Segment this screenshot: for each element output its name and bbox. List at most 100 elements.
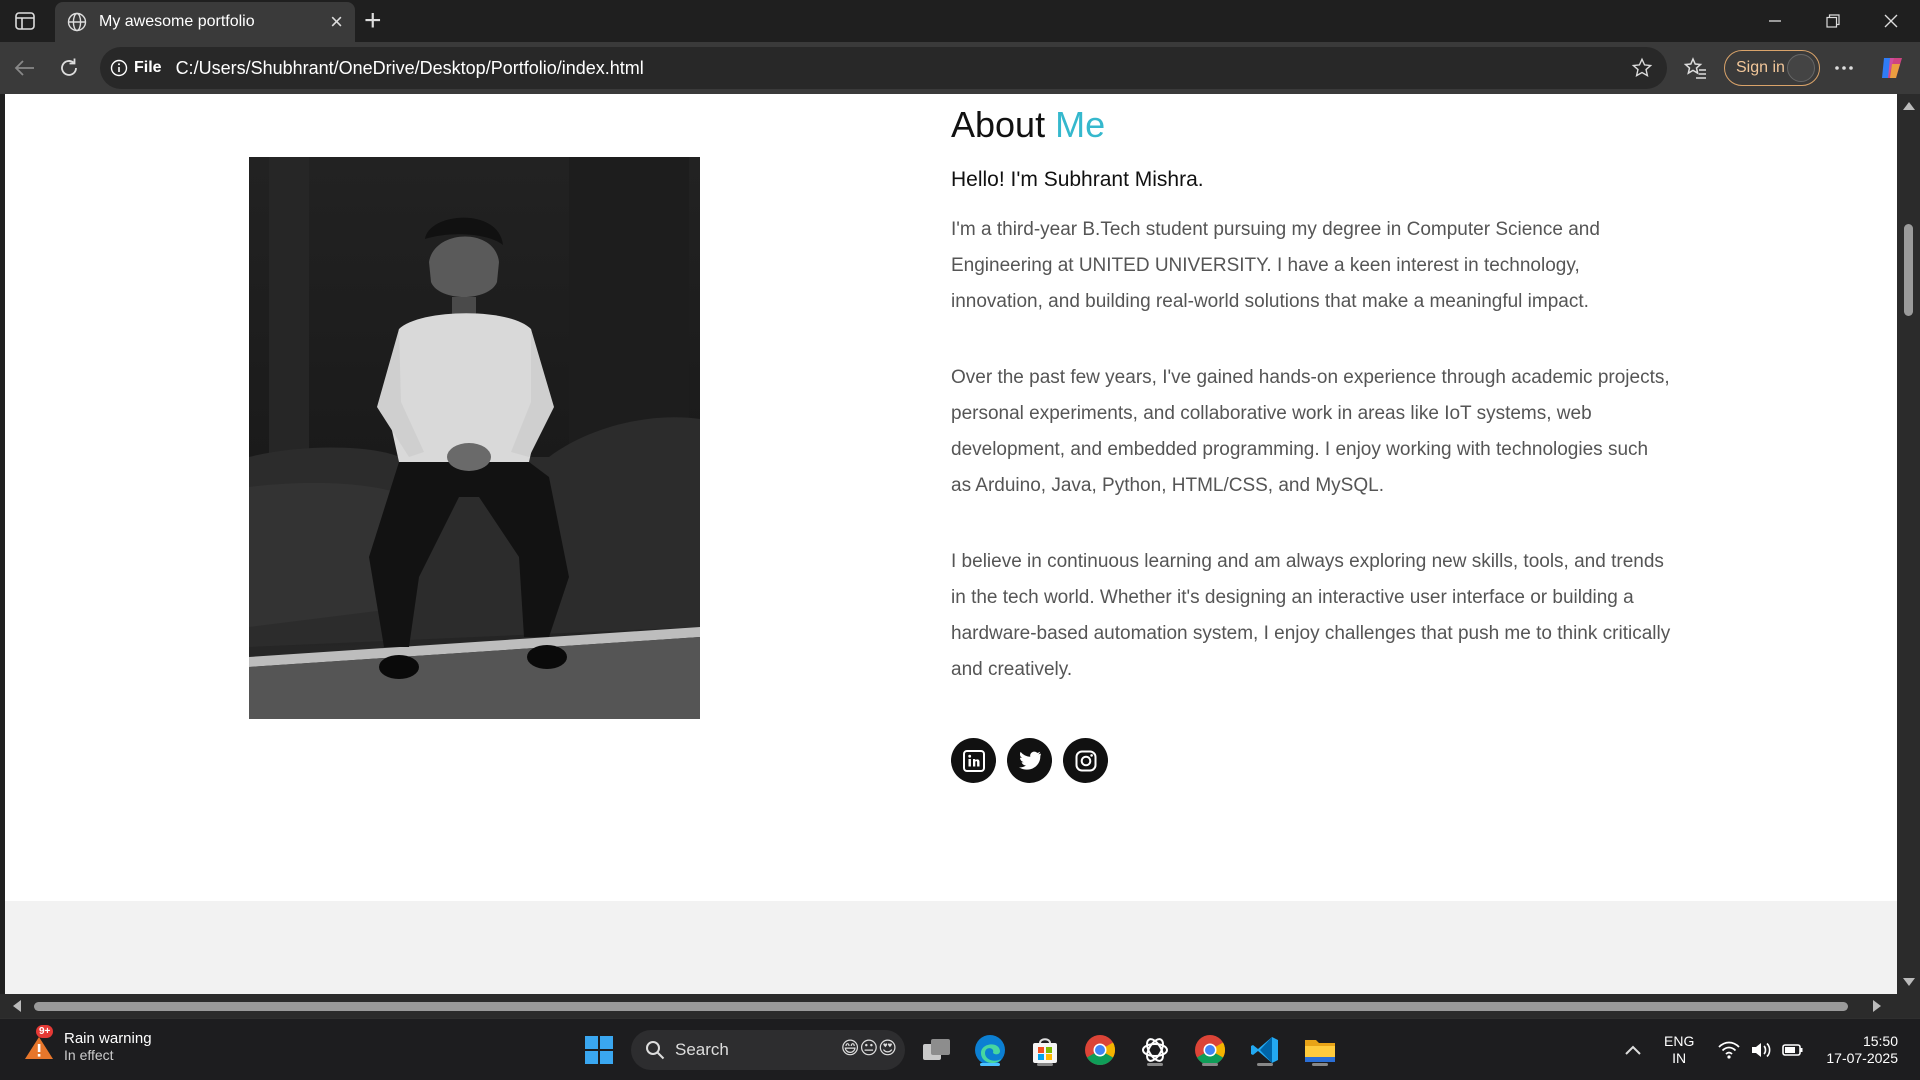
running-indicator <box>1202 1063 1218 1066</box>
microsoft-store-icon <box>1033 1038 1057 1063</box>
weather-widget[interactable]: 9+ Rain warning In effect <box>22 1025 152 1063</box>
more-horizontal-icon <box>1835 66 1853 70</box>
tab-actions-button[interactable] <box>10 8 40 34</box>
about-section: About Me Hello! I'm Subhrant Mishra. I'm… <box>951 104 1671 688</box>
file-scheme-label: File <box>134 59 162 76</box>
close-window-button[interactable] <box>1862 0 1920 42</box>
horizontal-scrollbar[interactable] <box>0 994 1920 1018</box>
greeting: Hello! I'm Subhrant Mishra. <box>951 168 1204 191</box>
edge-icon <box>975 1035 1005 1065</box>
new-tab-button[interactable]: + <box>364 6 382 36</box>
vertical-scroll-thumb[interactable] <box>1904 224 1913 316</box>
scroll-up-icon[interactable] <box>1903 102 1915 110</box>
volume-icon <box>1752 1042 1771 1058</box>
more-options-button[interactable] <box>1828 52 1860 84</box>
back-button[interactable] <box>8 52 40 84</box>
copilot-button[interactable] <box>1876 52 1908 84</box>
next-section-band <box>5 901 1897 994</box>
scroll-right-icon[interactable] <box>1873 1000 1881 1012</box>
search-placeholder: Search <box>675 1040 729 1059</box>
taskbar-chatgpt[interactable] <box>1136 1031 1174 1069</box>
chrome-icon <box>1085 1035 1116 1066</box>
about-paragraph: I believe in continuous learning and am … <box>951 551 1671 680</box>
close-tab-icon[interactable]: × <box>330 11 343 33</box>
browser-toolbar: File C:/Users/Shubhrant/OneDrive/Desktop… <box>0 42 1920 94</box>
minimize-icon <box>1769 20 1781 22</box>
about-heading-word: About <box>951 104 1046 145</box>
copilot-icon <box>1882 58 1902 78</box>
minimize-button[interactable] <box>1746 0 1804 42</box>
refresh-icon <box>61 58 77 76</box>
weather-title: Rain warning <box>64 1029 152 1047</box>
system-tray-status[interactable] <box>1706 1031 1816 1069</box>
clock[interactable]: 15:50 17-07-2025 <box>1818 1033 1898 1067</box>
restore-icon <box>1826 14 1840 28</box>
taskbar-search[interactable]: Search 😄😐😍 <box>631 1030 905 1070</box>
clock-time: 15:50 <box>1862 1033 1898 1049</box>
arrow-left-icon <box>14 60 34 76</box>
favorites-icon <box>1684 57 1706 79</box>
running-indicator <box>1037 1063 1053 1066</box>
running-indicator <box>1257 1063 1273 1066</box>
notification-badge: 9+ <box>36 1025 54 1038</box>
about-heading-accent: Me <box>1055 104 1106 145</box>
taskbar-vscode[interactable] <box>1246 1031 1284 1069</box>
avatar <box>1787 54 1815 82</box>
battery-icon <box>1782 1044 1803 1056</box>
taskbar-edge[interactable] <box>971 1031 1009 1069</box>
restore-button[interactable] <box>1804 0 1862 42</box>
chatgpt-icon <box>1142 1038 1168 1062</box>
running-indicator <box>1147 1063 1163 1066</box>
rain-warning-icon: 9+ <box>22 1025 56 1063</box>
instagram-link[interactable] <box>1063 738 1108 783</box>
info-icon <box>110 59 128 77</box>
chrome-icon <box>1195 1035 1226 1066</box>
task-view-button[interactable] <box>918 1031 956 1069</box>
linkedin-icon <box>962 749 985 772</box>
profile-photo <box>249 157 700 719</box>
active-indicator <box>980 1063 1000 1066</box>
scroll-left-icon[interactable] <box>13 1000 21 1012</box>
sign-in-button[interactable]: Sign in <box>1724 50 1820 86</box>
twitter-icon <box>1018 751 1041 770</box>
folder-icon <box>1305 1040 1335 1062</box>
tab-title: My awesome portfolio <box>99 13 255 30</box>
scroll-down-icon[interactable] <box>1903 978 1915 986</box>
reload-button[interactable] <box>53 52 85 84</box>
twitter-link[interactable] <box>1007 738 1052 783</box>
address-bar[interactable]: File C:/Users/Shubhrant/OneDrive/Desktop… <box>100 47 1667 89</box>
url-text: C:/Users/Shubhrant/OneDrive/Desktop/Port… <box>175 57 644 78</box>
profile-photo-image <box>249 157 700 719</box>
favorites-button[interactable] <box>1680 52 1712 84</box>
region-code: IN <box>1672 1050 1687 1066</box>
browser-tab[interactable]: My awesome portfolio × <box>55 2 355 42</box>
start-button[interactable] <box>580 1031 618 1069</box>
about-paragraph: I'm a third-year B.Tech student pursuing… <box>951 219 1600 312</box>
emoji-highlight-icon: 😄😐😍 <box>840 1038 897 1058</box>
star-icon[interactable] <box>1631 57 1653 79</box>
task-view-icon <box>923 1039 950 1060</box>
site-info-button[interactable]: File <box>110 59 162 77</box>
vertical-scrollbar[interactable] <box>1897 94 1920 994</box>
show-hidden-icons-button[interactable] <box>1614 1031 1652 1069</box>
taskbar-file-explorer[interactable] <box>1301 1031 1339 1069</box>
horizontal-scroll-thumb[interactable] <box>34 1002 1848 1011</box>
taskbar-chrome-2[interactable] <box>1191 1031 1229 1069</box>
running-indicator <box>1312 1063 1328 1066</box>
vscode-icon <box>1251 1037 1278 1063</box>
instagram-icon <box>1075 750 1096 771</box>
taskbar: 9+ Rain warning In effect Search 😄😐😍 ENG… <box>0 1018 1920 1080</box>
wifi-icon <box>1718 1041 1740 1059</box>
browser-title-bar: My awesome portfolio × + <box>0 0 1920 42</box>
taskbar-chrome-1[interactable] <box>1081 1031 1119 1069</box>
taskbar-store[interactable] <box>1026 1031 1064 1069</box>
clock-date: 17-07-2025 <box>1826 1050 1898 1066</box>
close-icon <box>1884 14 1898 28</box>
search-icon <box>646 1041 665 1060</box>
sign-in-label: Sign in <box>1736 59 1785 76</box>
globe-icon <box>67 12 87 32</box>
chevron-up-icon <box>1625 1045 1641 1055</box>
language-indicator[interactable]: ENG IN <box>1664 1033 1694 1067</box>
linkedin-link[interactable] <box>951 738 996 783</box>
social-links <box>951 738 1108 783</box>
